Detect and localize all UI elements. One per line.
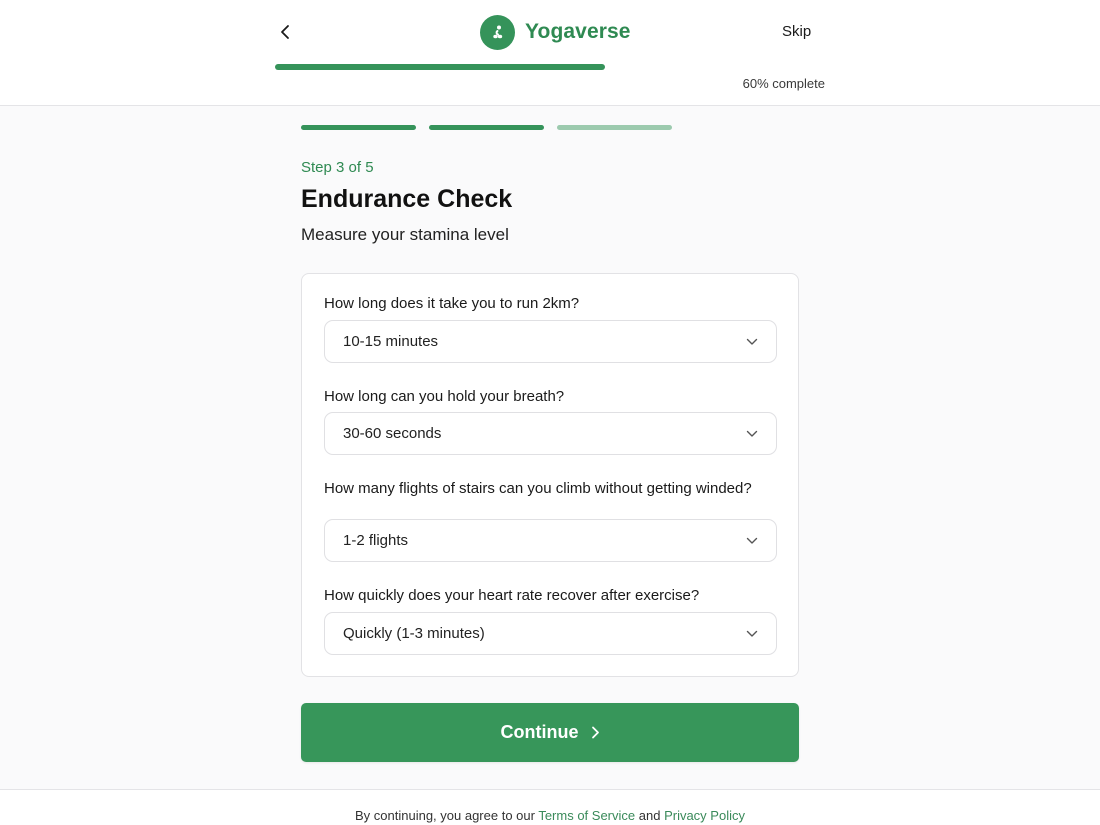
stairs-select[interactable]: 1-2 flights [324, 519, 777, 562]
back-button[interactable] [274, 20, 298, 44]
page-subtitle: Measure your stamina level [301, 225, 509, 244]
step-indicator [301, 125, 672, 130]
terms-link[interactable]: Terms of Service [538, 808, 635, 823]
chevron-down-icon [746, 630, 758, 638]
select-value: Quickly (1-3 minutes) [343, 625, 485, 642]
chevron-down-icon [746, 338, 758, 346]
step-segment-complete [429, 125, 544, 130]
skip-button[interactable]: Skip [782, 23, 811, 40]
select-value: 1-2 flights [343, 532, 409, 549]
question-label: How quickly does your heart rate recover… [324, 587, 700, 604]
continue-label: Continue [500, 722, 579, 742]
chevron-left-icon [281, 25, 289, 39]
continue-button[interactable]: Continue [301, 703, 799, 762]
select-value: 30-60 seconds [343, 425, 442, 442]
footer: By continuing, you agree to our Terms of… [0, 789, 1100, 825]
footer-text: By continuing, you agree to our [355, 808, 539, 823]
select-value: 10-15 minutes [343, 333, 439, 350]
yoga-logo-icon [480, 14, 515, 50]
page-title: Endurance Check [301, 185, 513, 213]
brand-name: Yogaverse [525, 20, 631, 43]
overall-progress-fill [275, 64, 605, 70]
chevron-down-icon [746, 430, 758, 438]
step-segment-complete [301, 125, 416, 130]
step-label: Step 3 of 5 [301, 159, 374, 176]
question-label: How long does it take you to run 2km? [324, 295, 580, 312]
footer-text: and [635, 808, 665, 823]
step-segment-current [557, 125, 672, 130]
chevron-down-icon [746, 537, 758, 545]
questions-card: How long does it take you to run 2km? 10… [301, 273, 799, 677]
overall-progress-bar [275, 64, 825, 70]
chevron-right-icon [591, 726, 599, 739]
question-label: How many flights of stairs can you climb… [324, 480, 752, 497]
run-time-select[interactable]: 10-15 minutes [324, 320, 777, 363]
privacy-link[interactable]: Privacy Policy [664, 808, 745, 823]
breath-hold-select[interactable]: 30-60 seconds [324, 412, 777, 455]
heart-rate-select[interactable]: Quickly (1-3 minutes) [324, 612, 777, 655]
top-header: Yogaverse Skip 60% complete [0, 0, 1100, 106]
question-label: How long can you hold your breath? [324, 388, 565, 405]
brand[interactable]: Yogaverse [480, 14, 631, 50]
progress-text: 60% complete [742, 76, 825, 91]
